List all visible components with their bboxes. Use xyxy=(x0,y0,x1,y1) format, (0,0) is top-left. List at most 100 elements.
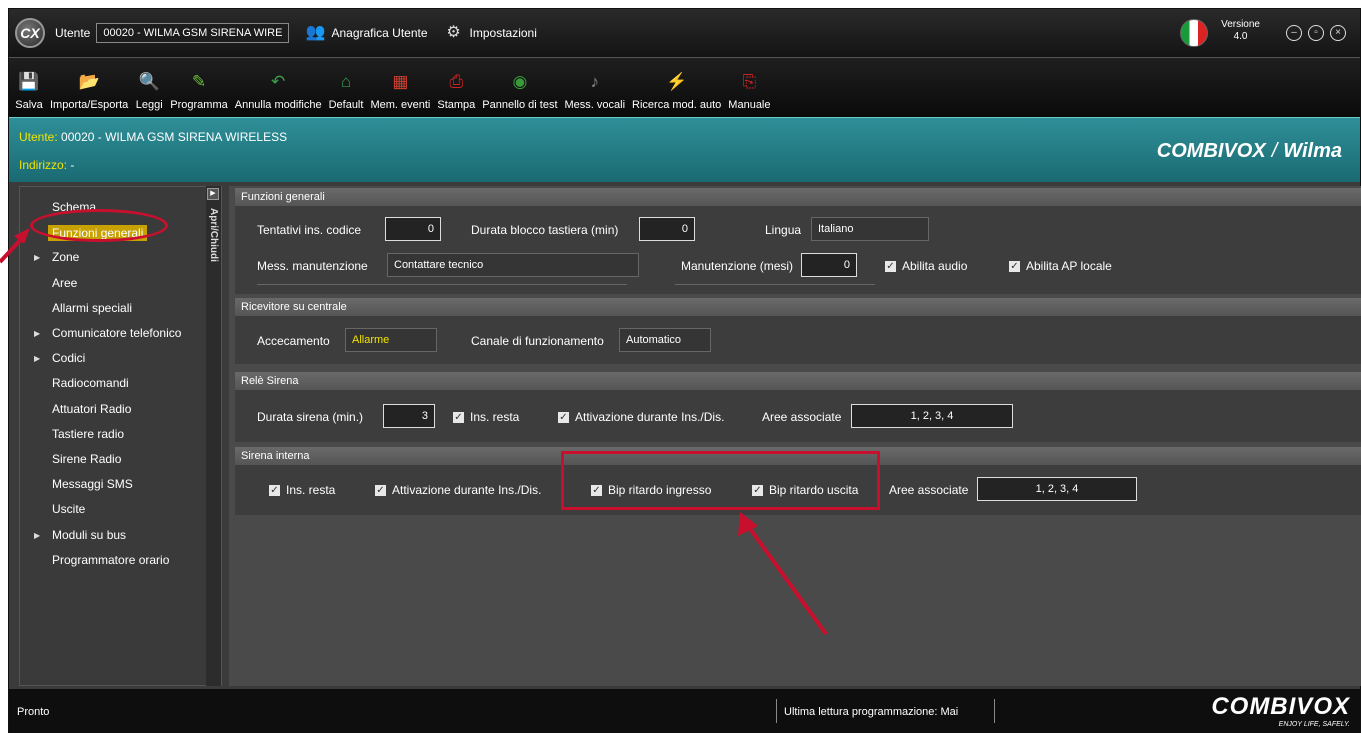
undo-icon[interactable]: ↶ xyxy=(264,68,292,96)
rele-aree-input[interactable]: 1, 2, 3, 4 xyxy=(851,404,1013,428)
sidebar-item-allarmi-speciali[interactable]: Allarmi speciali xyxy=(52,301,132,315)
toolbar-label: Mem. eventi xyxy=(370,99,431,111)
minimize-icon[interactable]: – xyxy=(1286,25,1302,41)
sirena-attivazione-label: Attivazione durante Ins./Dis. xyxy=(392,483,542,497)
sirena-attivazione-checkbox[interactable]: ✓ Attivazione durante Ins./Dis. xyxy=(375,483,541,497)
calendar-icon[interactable]: ▦ xyxy=(386,68,414,96)
sidebar-item-comunicatore-telefonico[interactable]: Comunicatore telefonico xyxy=(52,326,181,340)
save-icon[interactable]: 💾 xyxy=(15,68,43,96)
sidebar-item-attuatori-radio[interactable]: Attuatori Radio xyxy=(52,402,131,416)
expand-arrow-icon[interactable]: ▶ xyxy=(34,354,40,363)
sidebar-item-moduli-su-bus[interactable]: Moduli su bus xyxy=(52,528,126,542)
toolbar-button-read[interactable]: 🔍 Leggi xyxy=(135,68,163,111)
durata-sirena-input[interactable]: 3 xyxy=(383,404,435,428)
speaker-icon[interactable]: ♪ xyxy=(581,68,609,96)
collapse-arrow-icon[interactable]: ▶ xyxy=(207,188,219,200)
sidebar-item-messaggi-sms[interactable]: Messaggi SMS xyxy=(52,477,133,491)
abilita-ap-checkbox[interactable]: ✓ Abilita AP locale xyxy=(1009,259,1112,273)
sidebar-item-programmatore-orario[interactable]: Programmatore orario xyxy=(52,553,169,567)
toolbar-button-pdf-manual[interactable]: ⎘ Manuale xyxy=(728,68,770,111)
checkbox-icon[interactable]: ✓ xyxy=(885,260,896,272)
lingua-label: Lingua xyxy=(765,223,802,237)
pdf-print-icon[interactable]: ⎙ xyxy=(442,68,470,96)
tentativi-input[interactable]: 0 xyxy=(385,217,441,241)
section-rele-sirena: Durata sirena (min.) 3 ✓ Ins. resta ✓ Atti… xyxy=(235,390,1361,442)
sidebar-item-aree[interactable]: Aree xyxy=(52,276,77,290)
expand-arrow-icon[interactable]: ▶ xyxy=(34,531,40,540)
toolbar-label: Manuale xyxy=(728,99,771,111)
anagrafica-utente-button[interactable]: Anagrafica Utente xyxy=(331,26,427,40)
collapse-label[interactable]: Apri/Chiudi xyxy=(208,208,219,262)
durata-blocco-input[interactable]: 0 xyxy=(639,217,695,241)
abilita-ap-label: Abilita AP locale xyxy=(1026,259,1112,273)
sidebar-item-radiocomandi[interactable]: Radiocomandi xyxy=(52,376,129,390)
sirena-ins-resta-checkbox[interactable]: ✓ Ins. resta xyxy=(269,483,335,497)
abilita-audio-checkbox[interactable]: ✓ Abilita audio xyxy=(885,259,967,273)
toolbar-button-program[interactable]: ✎ Programma xyxy=(170,68,227,111)
toolbar-button-import-export[interactable]: 📂 Importa/Esporta xyxy=(50,68,128,111)
toolbar-button-home[interactable]: ⌂ Default xyxy=(329,68,364,111)
toolbar-button-calendar[interactable]: ▦ Mem. eventi xyxy=(370,68,430,111)
banner-address-value: - xyxy=(70,158,75,172)
checkbox-icon[interactable]: ✓ xyxy=(269,484,280,496)
checkbox-icon[interactable]: ✓ xyxy=(375,484,386,496)
sidebar-item-sirene-radio[interactable]: Sirene Radio xyxy=(52,452,121,466)
gear-icon[interactable]: ⚙ xyxy=(442,23,466,43)
rele-ins-resta-checkbox[interactable]: ✓ Ins. resta xyxy=(453,410,519,424)
toolbar-label: Pannello di test xyxy=(482,99,558,111)
durata-sirena-label: Durata sirena (min.) xyxy=(257,410,364,424)
users-icon[interactable]: 👥 xyxy=(303,23,327,43)
sidebar-item-codici[interactable]: Codici xyxy=(52,351,85,365)
toolbar-button-save[interactable]: 💾 Salva xyxy=(15,68,43,111)
toolbar-button-globe[interactable]: ◉ Pannello di test xyxy=(482,68,557,111)
restore-icon[interactable]: ▫ xyxy=(1308,25,1324,41)
checkbox-icon[interactable]: ✓ xyxy=(453,411,464,423)
footer-brand-name: COMBIVOX xyxy=(1211,693,1350,720)
toolbar-button-plug-play[interactable]: ⚡ Ricerca mod. auto xyxy=(632,68,721,111)
read-icon[interactable]: 🔍 xyxy=(135,68,163,96)
toolbar-button-undo[interactable]: ↶ Annulla modifiche xyxy=(235,68,322,111)
annotation-ellipse xyxy=(30,209,168,242)
banner-user-value: 00020 - WILMA GSM SIRENA WIRELESS xyxy=(61,130,288,144)
tentativi-label: Tentativi ins. codice xyxy=(257,223,362,237)
checkbox-icon[interactable]: ✓ xyxy=(1009,260,1020,272)
toolbar-label: Annulla modifiche xyxy=(234,99,322,111)
pdf-manual-icon[interactable]: ⎘ xyxy=(735,68,763,96)
brand-separator: / xyxy=(1271,140,1278,162)
language-flag-icon[interactable] xyxy=(1180,19,1208,47)
expand-arrow-icon[interactable]: ▶ xyxy=(34,329,40,338)
checkbox-icon[interactable]: ✓ xyxy=(558,411,569,423)
toolbar-button-speaker[interactable]: ♪ Mess. vocali xyxy=(565,68,626,111)
canale-select[interactable]: Automatico xyxy=(619,328,711,352)
lingua-select[interactable]: Italiano xyxy=(811,217,929,241)
manutenzione-mesi-input[interactable]: 0 xyxy=(801,253,857,277)
import-export-icon[interactable]: 📂 xyxy=(75,68,103,96)
impostazioni-button[interactable]: Impostazioni xyxy=(470,26,537,40)
version-value: 4.0 xyxy=(1233,31,1248,42)
home-icon[interactable]: ⌂ xyxy=(332,68,360,96)
sidebar-item-tastiere-radio[interactable]: Tastiere radio xyxy=(52,427,124,441)
sidebar-collapse-strip[interactable]: ▶ Apri/Chiudi xyxy=(206,186,222,686)
plug-play-icon[interactable]: ⚡ xyxy=(663,68,691,96)
banner-address: Indirizzo: - xyxy=(19,158,74,172)
rele-attivazione-checkbox[interactable]: ✓ Attivazione durante Ins./Dis. xyxy=(558,410,724,424)
close-icon[interactable]: × xyxy=(1330,25,1346,41)
accecamento-select[interactable]: Allarme xyxy=(345,328,437,352)
title-bar: CX Utente 00020 - WILMA GSM SIRENA WIRE … xyxy=(9,9,1360,57)
mess-manutenzione-input[interactable]: Contattare tecnico xyxy=(387,253,639,277)
sidebar-item-uscite[interactable]: Uscite xyxy=(52,502,85,516)
globe-icon[interactable]: ◉ xyxy=(506,68,534,96)
version-label: Versione xyxy=(1221,19,1260,30)
sirena-aree-input[interactable]: 1, 2, 3, 4 xyxy=(977,477,1137,501)
program-icon[interactable]: ✎ xyxy=(185,68,213,96)
brand-left: COMBIVOX xyxy=(1156,140,1266,162)
user-select[interactable]: 00020 - WILMA GSM SIRENA WIRE xyxy=(96,23,290,43)
manutenzione-mesi-label: Manutenzione (mesi) xyxy=(681,259,794,273)
user-banner: Utente: 00020 - WILMA GSM SIRENA WIRELES… xyxy=(9,117,1360,182)
brand-logo: COMBIVOX / Wilma xyxy=(1157,140,1342,163)
expand-arrow-icon[interactable]: ▶ xyxy=(34,253,40,262)
toolbar-button-pdf-print[interactable]: ⎙ Stampa xyxy=(437,68,475,111)
rele-attivazione-label: Attivazione durante Ins./Dis. xyxy=(575,410,725,424)
toolbar-label: Default xyxy=(328,99,364,111)
sidebar-item-zone[interactable]: Zone xyxy=(52,250,79,264)
